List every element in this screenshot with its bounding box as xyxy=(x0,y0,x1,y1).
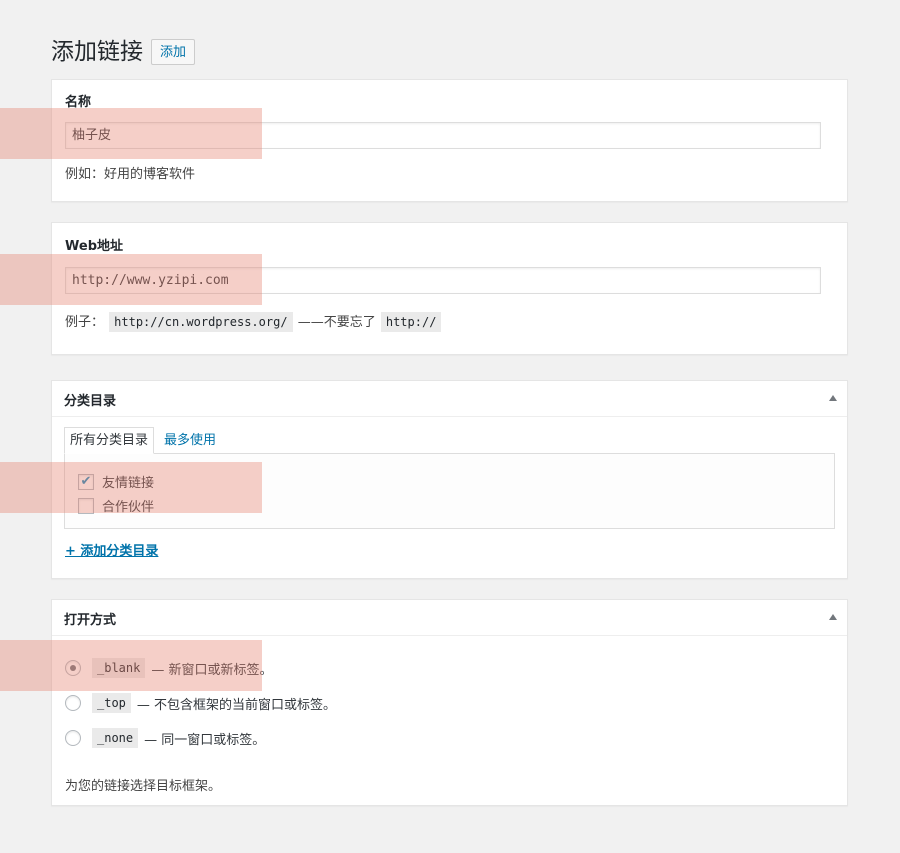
url-example-code: http://cn.wordpress.org/ xyxy=(109,312,293,332)
collapse-arrow-icon[interactable] xyxy=(829,395,837,401)
target-box-header[interactable]: 打开方式 xyxy=(52,600,847,636)
url-input[interactable]: http://www.yzipi.com xyxy=(65,267,821,294)
name-label: 名称 xyxy=(65,95,92,110)
target-description: 为您的链接选择目标框架。 xyxy=(65,779,222,794)
target-option-text: — 不包含框架的当前窗口或标签。 xyxy=(136,697,337,713)
checkbox-checked-icon[interactable]: ✔ xyxy=(78,473,94,490)
collapse-arrow-icon[interactable] xyxy=(829,614,837,620)
target-code: _top xyxy=(92,693,131,713)
category-item-label: 合作伙伴 xyxy=(102,500,155,515)
target-box: 打开方式 _blank — 新窗口或新标签。 _top — 不包含框架的当前窗口… xyxy=(51,599,848,806)
name-input[interactable]: 柚子皮 xyxy=(65,122,821,149)
name-box: 名称 柚子皮 例如：好用的博客软件 xyxy=(51,79,848,202)
url-desc-middle: ——不要忘了 xyxy=(297,315,376,330)
page-title: 添加链接 xyxy=(51,39,143,65)
radio-icon[interactable] xyxy=(65,695,81,711)
checkbox-icon[interactable] xyxy=(78,497,94,514)
category-item-partners[interactable]: 合作伙伴 xyxy=(78,496,154,515)
category-box: 分类目录 所有分类目录 最多使用 ✔ 友情链接 合作伙伴 + 添加分类目录 xyxy=(51,380,848,579)
name-description: 例如：好用的博客软件 xyxy=(65,167,196,182)
url-label: Web地址 xyxy=(65,239,123,254)
radio-icon[interactable] xyxy=(65,730,81,746)
tab-all-categories[interactable]: 所有分类目录 xyxy=(64,427,155,454)
category-box-title: 分类目录 xyxy=(64,394,117,409)
url-protocol-code: http:// xyxy=(380,312,442,332)
target-option-top[interactable]: _top — 不包含框架的当前窗口或标签。 xyxy=(65,693,336,713)
url-desc-prefix: 例子： xyxy=(65,315,105,330)
url-description: 例子： http://cn.wordpress.org/ ——不要忘了 http… xyxy=(65,311,442,332)
target-option-text: — 新窗口或新标签。 xyxy=(151,662,273,678)
category-item-friend-links[interactable]: ✔ 友情链接 xyxy=(78,472,154,491)
target-option-none[interactable]: _none — 同一窗口或标签。 xyxy=(65,728,265,748)
category-item-label: 友情链接 xyxy=(102,476,155,491)
tab-most-used[interactable]: 最多使用 xyxy=(164,428,216,454)
target-option-blank[interactable]: _blank — 新窗口或新标签。 xyxy=(65,658,273,678)
add-category-link[interactable]: + 添加分类目录 xyxy=(65,540,158,559)
radio-selected-icon[interactable] xyxy=(65,660,81,676)
add-new-button[interactable]: 添加 xyxy=(151,39,196,65)
target-option-text: — 同一窗口或标签。 xyxy=(144,732,266,748)
target-code: _none xyxy=(92,728,139,748)
url-box: Web地址 http://www.yzipi.com 例子： http://cn… xyxy=(51,222,848,355)
target-box-title: 打开方式 xyxy=(64,613,117,628)
category-box-header[interactable]: 分类目录 xyxy=(52,381,847,417)
target-code: _blank xyxy=(92,658,146,678)
page-header: 添加链接 添加 xyxy=(51,36,196,68)
category-checklist: ✔ 友情链接 合作伙伴 xyxy=(64,453,835,529)
